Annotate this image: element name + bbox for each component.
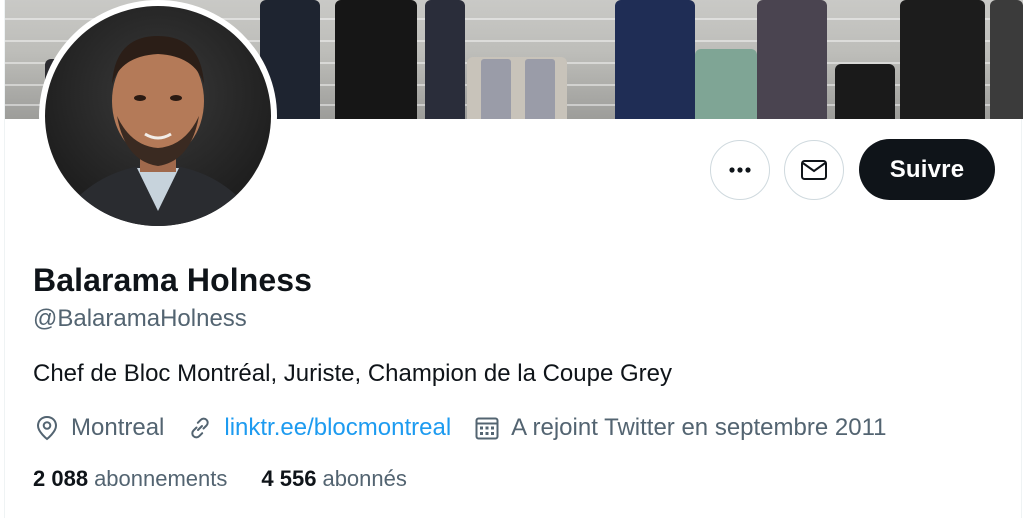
location-text: Montreal (71, 414, 165, 441)
follow-stats: 2 088 abonnements 4 556 abonnés (33, 466, 441, 492)
followers-link[interactable]: 4 556 abonnés (261, 466, 406, 492)
profile-handle: @BalaramaHolness (33, 305, 247, 332)
profile-avatar[interactable] (39, 0, 277, 232)
join-date-text: A rejoint Twitter en septembre 2011 (511, 414, 887, 441)
profile-bio: Chef de Bloc Montréal, Juriste, Champion… (33, 360, 672, 387)
calendar-icon (475, 417, 499, 440)
profile-name: Balarama Holness (33, 262, 313, 298)
followers-count: 4 556 (261, 466, 317, 491)
profile-location: Montreal (33, 414, 164, 442)
profile-card: Suivre Balarama Holness @BalaramaHolness… (4, 0, 1023, 518)
following-label: abonnements (94, 466, 228, 491)
website-link[interactable]: linktr.ee/blocmontreal (224, 414, 451, 442)
profile-meta-row: Montreal linktr.ee/blocmontreal A rejoin… (33, 410, 908, 446)
link-icon (191, 417, 210, 439)
following-count: 2 088 (33, 466, 89, 491)
more-options-button[interactable] (710, 140, 770, 200)
follow-button[interactable]: Suivre (859, 139, 995, 200)
profile-join-date: A rejoint Twitter en septembre 2011 (473, 414, 886, 442)
envelope-icon (801, 160, 827, 180)
more-dots-icon (729, 167, 751, 173)
location-pin-icon (36, 415, 58, 441)
following-link[interactable]: 2 088 abonnements (33, 466, 227, 492)
avatar-photo (45, 6, 271, 226)
profile-website: linktr.ee/blocmontreal (186, 414, 451, 442)
followers-label: abonnés (322, 466, 407, 491)
message-button[interactable] (784, 140, 844, 200)
